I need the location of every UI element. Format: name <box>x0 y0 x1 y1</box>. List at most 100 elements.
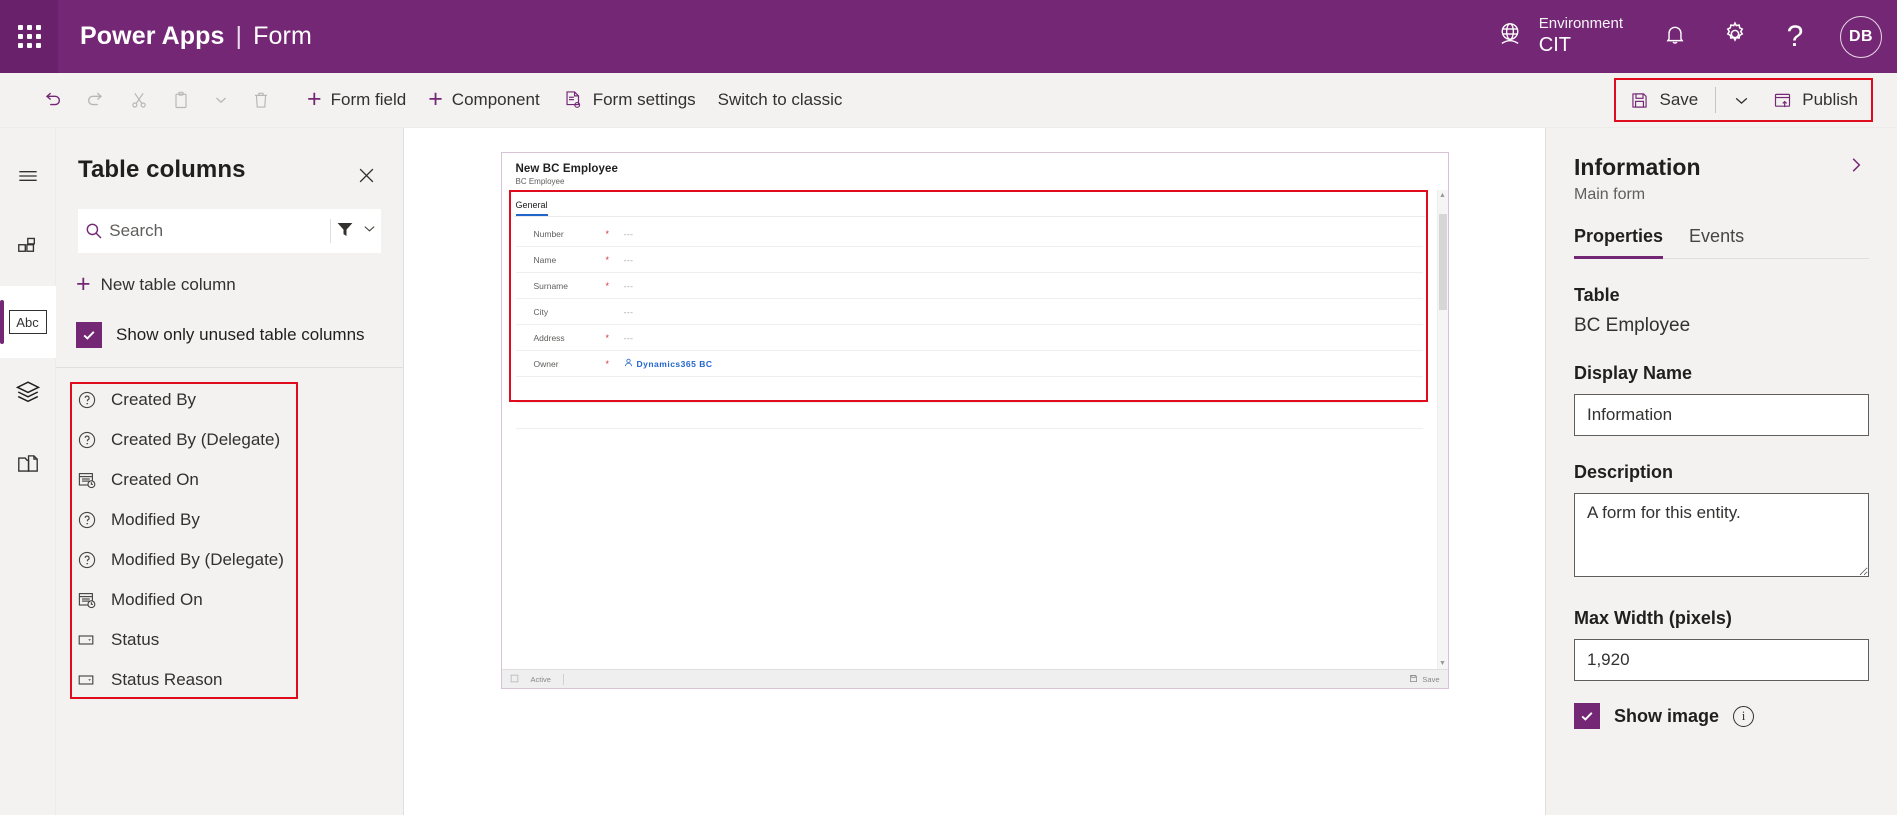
form-settings-label: Form settings <box>592 90 696 109</box>
redo-button[interactable] <box>74 79 118 121</box>
form-field-row[interactable]: Name * --- <box>515 247 1423 273</box>
info-icon[interactable]: i <box>1733 705 1755 727</box>
tab-properties[interactable]: Properties <box>1574 226 1664 259</box>
properties-subtitle: Main form <box>1574 186 1646 203</box>
switch-to-classic-button[interactable]: Switch to classic <box>707 79 854 121</box>
search-input[interactable] <box>109 210 331 252</box>
save-options-button[interactable] <box>1722 81 1761 119</box>
description-textarea[interactable] <box>1574 493 1869 577</box>
plus-icon: + <box>428 84 443 113</box>
description-label: Description <box>1574 462 1674 482</box>
delete-button[interactable] <box>240 79 282 121</box>
cut-button[interactable] <box>118 79 160 121</box>
table-column-item[interactable]: Status Reason <box>56 660 403 700</box>
form-preview[interactable]: New BC Employee BC Employee General Numb… <box>500 152 1449 689</box>
environment-label: Environment <box>1538 15 1623 33</box>
form-footer-save-button[interactable]: Save <box>1409 674 1440 685</box>
form-preview-scrollbar[interactable]: ▲ ▼ <box>1436 190 1448 669</box>
new-table-column-button[interactable]: + New table column <box>76 265 381 305</box>
expand-panel-button[interactable] <box>1843 154 1869 182</box>
table-column-item[interactable]: Status <box>56 620 403 660</box>
save-button[interactable]: Save <box>1618 81 1709 119</box>
form-field-value: --- <box>623 332 634 343</box>
form-field-row[interactable]: Number * --- <box>515 221 1423 247</box>
tab-events[interactable]: Events <box>1689 226 1744 259</box>
help-button[interactable]: ? <box>1765 0 1825 73</box>
paste-button[interactable] <box>160 79 202 121</box>
undo-button[interactable] <box>30 79 74 121</box>
divider <box>562 673 564 685</box>
table-field-label: Table <box>1574 285 1620 305</box>
close-icon[interactable] <box>349 158 383 192</box>
scroll-down-icon[interactable]: ▼ <box>1438 660 1448 667</box>
filter-options-button[interactable] <box>360 210 380 252</box>
date-time-calendar-icon <box>76 589 98 611</box>
rail-item-related-forms[interactable] <box>0 430 56 502</box>
layers-tree-icon <box>14 378 42 411</box>
search-box[interactable] <box>78 209 381 253</box>
table-column-item[interactable]: Created By (Delegate) <box>56 420 403 460</box>
brand-page-name: Form <box>253 22 312 50</box>
rail-item-table-columns[interactable]: Abc <box>0 286 56 358</box>
table-column-label: Status Reason <box>111 670 223 689</box>
user-account-button[interactable]: DB <box>1825 0 1897 73</box>
app-launcher-button[interactable] <box>0 0 58 73</box>
max-width-input[interactable] <box>1574 639 1869 681</box>
show-only-unused-checkbox[interactable]: Show only unused table columns <box>76 313 381 357</box>
rail-item-components[interactable] <box>0 214 56 286</box>
table-columns-list-wrapper: Created By Created By (Delegate) Created… <box>56 368 403 700</box>
panel-header: Table columns <box>56 128 403 192</box>
clipboard-paste-icon <box>171 90 191 110</box>
paste-options-button[interactable] <box>202 79 240 121</box>
table-columns-list: Created By Created By (Delegate) Created… <box>56 380 403 700</box>
table-column-item[interactable]: Modified By (Delegate) <box>56 540 403 580</box>
form-field-row[interactable]: Owner * Dynamics365 BC <box>515 351 1423 377</box>
form-field-row[interactable]: Surname * --- <box>515 273 1423 299</box>
brand-title[interactable]: Power Apps | Form <box>80 22 312 51</box>
form-settings-button[interactable]: Form settings <box>551 79 707 121</box>
trash-delete-icon <box>251 90 271 110</box>
rail-item-menu[interactable] <box>0 142 56 214</box>
header-actions: Environment CIT ? DB <box>1495 0 1897 73</box>
form-field-value: --- <box>623 228 634 239</box>
filter-button[interactable] <box>331 210 360 252</box>
left-rail: Abc <box>0 128 56 815</box>
scroll-up-icon[interactable]: ▲ <box>1438 192 1448 199</box>
form-field-value: --- <box>623 280 634 291</box>
form-field-row[interactable]: City --- <box>515 299 1423 325</box>
rail-item-tree-view[interactable] <box>0 358 56 430</box>
date-time-calendar-icon <box>76 469 98 491</box>
form-field-label: Form field <box>330 90 407 109</box>
maximize-icon[interactable] <box>510 674 519 685</box>
show-image-checkbox[interactable]: Show image i <box>1574 703 1869 729</box>
component-button[interactable]: + Component <box>417 79 551 121</box>
display-name-input[interactable] <box>1574 394 1869 436</box>
form-field-row[interactable]: Address * --- <box>515 325 1423 351</box>
form-preview-body-wrap: General Number * --- Name * --- Surname … <box>502 190 1448 669</box>
form-preview-footer: Active Save <box>501 669 1448 688</box>
filter-funnel-icon <box>335 219 355 244</box>
form-table-name: BC Employee <box>515 177 565 186</box>
form-tab-general[interactable]: General <box>515 200 548 216</box>
environment-globe-icon <box>1495 19 1525 54</box>
table-column-label: Modified By (Delegate) <box>111 550 284 569</box>
notifications-button[interactable] <box>1645 0 1705 73</box>
environment-selector[interactable]: Environment CIT <box>1495 15 1645 58</box>
new-table-column-label: New table column <box>100 275 236 294</box>
form-field-button[interactable]: + Form field <box>296 79 417 121</box>
form-field-value: --- <box>623 306 634 317</box>
form-field-label: Address <box>533 332 565 343</box>
table-column-item[interactable]: Modified By <box>56 500 403 540</box>
table-column-label: Modified By <box>111 510 200 529</box>
scrollbar-thumb[interactable] <box>1438 214 1447 310</box>
form-field-value-owner[interactable]: Dynamics365 BC <box>624 358 713 369</box>
table-column-item[interactable]: Created By <box>56 380 403 420</box>
display-name-label: Display Name <box>1574 363 1693 383</box>
show-only-unused-label: Show only unused table columns <box>116 325 365 344</box>
settings-button[interactable] <box>1705 0 1765 73</box>
table-column-item[interactable]: Modified On <box>56 580 403 620</box>
publish-button[interactable]: Publish <box>1761 81 1869 119</box>
form-field-value: --- <box>623 254 634 265</box>
table-column-item[interactable]: Created On <box>56 460 403 500</box>
required-marker: * <box>605 280 610 291</box>
